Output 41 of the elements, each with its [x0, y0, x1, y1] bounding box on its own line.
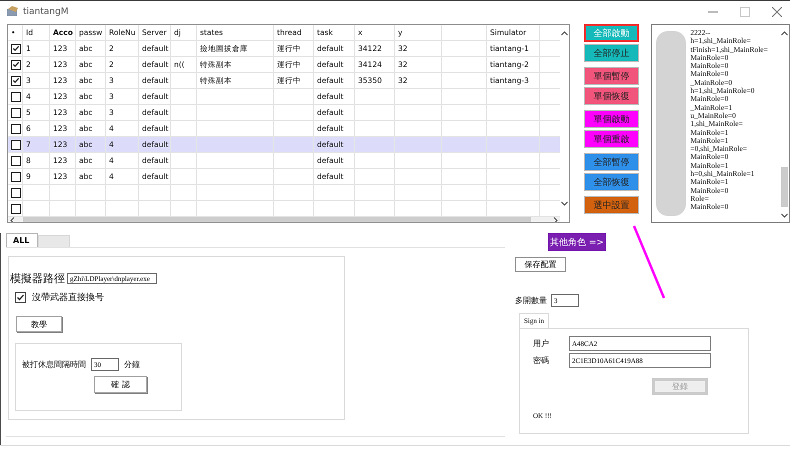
- row-checkbox[interactable]: [11, 140, 21, 150]
- checkbox-label: 沒帶武器直接換号: [32, 292, 104, 304]
- close-icon[interactable]: [772, 6, 782, 16]
- window-title: tiantangM: [23, 6, 68, 16]
- row-checkbox[interactable]: [11, 44, 21, 54]
- password-label: 密碼: [533, 355, 549, 366]
- checkbox[interactable]: [15, 292, 26, 303]
- action-button[interactable]: 單個恢復: [584, 87, 640, 105]
- row-checkbox[interactable]: [11, 204, 21, 214]
- row-checkbox[interactable]: [11, 156, 21, 166]
- row-checkbox[interactable]: [11, 188, 21, 198]
- scroll-left-icon[interactable]: [8, 217, 17, 222]
- scroll-down-icon[interactable]: [561, 199, 568, 208]
- scroll-down-icon[interactable]: [781, 213, 788, 218]
- unit-label: 分鐘: [124, 359, 140, 370]
- action-button[interactable]: 單個重啟: [584, 130, 640, 148]
- row-checkbox[interactable]: [11, 60, 21, 70]
- path-label: 模擬器路徑: [10, 271, 65, 286]
- scroll-up-icon[interactable]: [561, 29, 568, 38]
- action-button[interactable]: 單個啟動: [584, 110, 640, 128]
- action-button[interactable]: 全部暫停: [584, 153, 640, 171]
- row-checkbox[interactable]: [11, 76, 21, 86]
- scroll-up-icon[interactable]: [781, 31, 788, 36]
- row-checkbox[interactable]: [11, 124, 21, 134]
- action-button[interactable]: 全部恢復: [584, 173, 640, 191]
- rest-label: 被打休息間隔時間: [22, 359, 86, 370]
- action-button[interactable]: 選中設置: [584, 196, 640, 214]
- row-checkbox[interactable]: [11, 92, 21, 102]
- tutorial-button[interactable]: 教學: [16, 316, 62, 332]
- row-checkbox[interactable]: [11, 172, 21, 182]
- user-label: 用户: [533, 338, 549, 349]
- instances-label: 多開數量: [515, 295, 547, 306]
- save-button[interactable]: 保存配置: [515, 257, 566, 272]
- tab[interactable]: ALL: [6, 233, 38, 247]
- row-checkbox[interactable]: [11, 108, 21, 118]
- scroll-right-icon[interactable]: [551, 217, 560, 222]
- confirm-button[interactable]: 確 認: [94, 376, 147, 393]
- app-icon: [6, 6, 19, 17]
- other-roles-button[interactable]: 其他角色 =>: [548, 233, 606, 251]
- action-button[interactable]: 單個暫停: [584, 67, 640, 85]
- action-button[interactable]: 全部停止: [584, 44, 640, 62]
